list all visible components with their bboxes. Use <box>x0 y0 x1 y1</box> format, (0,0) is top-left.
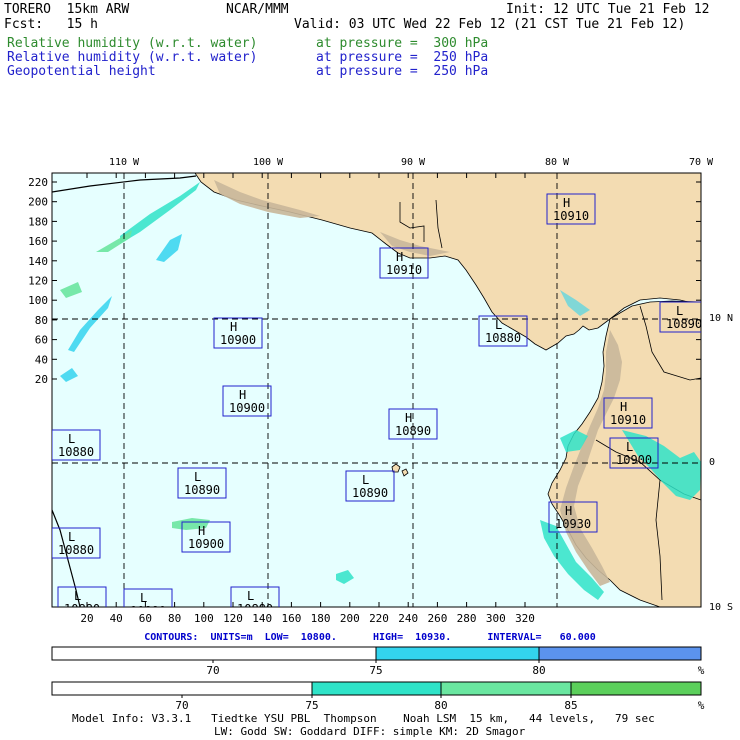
center-type: H <box>405 411 412 425</box>
center-type: L <box>626 440 633 454</box>
y-tick-label: 20 <box>35 373 48 386</box>
y-tick-label: 160 <box>28 235 48 248</box>
x-tick-label: 120 <box>223 612 243 625</box>
center-type: H <box>230 320 237 334</box>
center-type: H <box>565 504 572 518</box>
weather-map: 20 40 60 80 100 120 140 160 180 200 220 240 260 280 30… <box>28 157 733 625</box>
center-type: L <box>247 589 254 603</box>
center-value: 10910 <box>553 209 589 223</box>
y-tick-label: 60 <box>35 334 48 347</box>
center-type: L <box>676 304 683 318</box>
x-tick-label: 40 <box>110 612 123 625</box>
center-type: L <box>68 432 75 446</box>
latitude-label: 0 <box>709 457 715 468</box>
center-type: L <box>194 470 201 484</box>
longitude-label: 100 W <box>253 157 284 168</box>
longitude-label: 80 W <box>545 157 570 168</box>
center-value: 10880 <box>58 445 94 459</box>
center-type: H <box>239 388 246 402</box>
x-tick-label: 240 <box>398 612 418 625</box>
center-value: 10890 <box>352 486 388 500</box>
center-value: 10910 <box>610 413 646 427</box>
center-type: L <box>74 589 81 603</box>
x-tick-label: 100 <box>194 612 214 625</box>
center-value: 10890 <box>666 317 702 331</box>
model-physics: LW: Godd SW: Goddard DIFF: simple KM: 2D… <box>214 725 526 738</box>
center-value: 10880 <box>58 543 94 557</box>
x-tick-label: 160 <box>281 612 301 625</box>
center-value: 10910 <box>386 263 422 277</box>
center-type: L <box>362 473 369 487</box>
x-tick-label: 260 <box>427 612 447 625</box>
y-tick-label: 180 <box>28 215 48 228</box>
x-tick-label: 20 <box>80 612 93 625</box>
x-tick-label: 320 <box>515 612 535 625</box>
y-tick-label: 220 <box>28 176 48 189</box>
x-tick-label: 200 <box>340 612 360 625</box>
center-value: 10900 <box>220 333 256 347</box>
center-type: L <box>495 318 502 332</box>
x-tick-label: 80 <box>168 612 181 625</box>
x-tick-label: 180 <box>311 612 331 625</box>
latitude-label: 10 S <box>709 602 733 613</box>
y-tick-label: 140 <box>28 255 48 268</box>
center-value: 10890 <box>184 483 220 497</box>
center-type: H <box>198 524 205 538</box>
longitude-label: 90 W <box>401 157 426 168</box>
x-tick-label: 300 <box>486 612 506 625</box>
x-tick-label: 280 <box>457 612 477 625</box>
center-type: H <box>396 250 403 264</box>
center-type: H <box>620 400 627 414</box>
y-tick-label: 200 <box>28 196 48 209</box>
y-tick-label: 120 <box>28 275 48 288</box>
model-info: Model Info: V3.3.1 Tiedtke YSU PBL Thomp… <box>72 712 655 725</box>
center-value: 10900 <box>188 537 224 551</box>
x-tick-label: 140 <box>252 612 272 625</box>
center-type: L <box>68 530 75 544</box>
x-tick-label: 220 <box>369 612 389 625</box>
center-type: H <box>563 196 570 210</box>
center-value: 10890 <box>395 424 431 438</box>
longitude-label: 70 W <box>689 157 714 168</box>
center-value: 10930 <box>555 517 591 531</box>
center-value: 10880 <box>485 331 521 345</box>
center-value: 10900 <box>616 453 652 467</box>
y-tick-label: 40 <box>35 353 48 366</box>
latitude-label: 10 N <box>709 313 733 324</box>
center-value: 10900 <box>229 401 265 415</box>
y-tick-label: 100 <box>28 294 48 307</box>
y-tick-label: 80 <box>35 314 48 327</box>
center-type: L <box>140 591 147 605</box>
contour-info: CONTOURS: UNITS=m LOW= 10800. HIGH= 1093… <box>144 632 596 643</box>
longitude-label: 110 W <box>109 157 140 168</box>
x-tick-label: 60 <box>139 612 152 625</box>
